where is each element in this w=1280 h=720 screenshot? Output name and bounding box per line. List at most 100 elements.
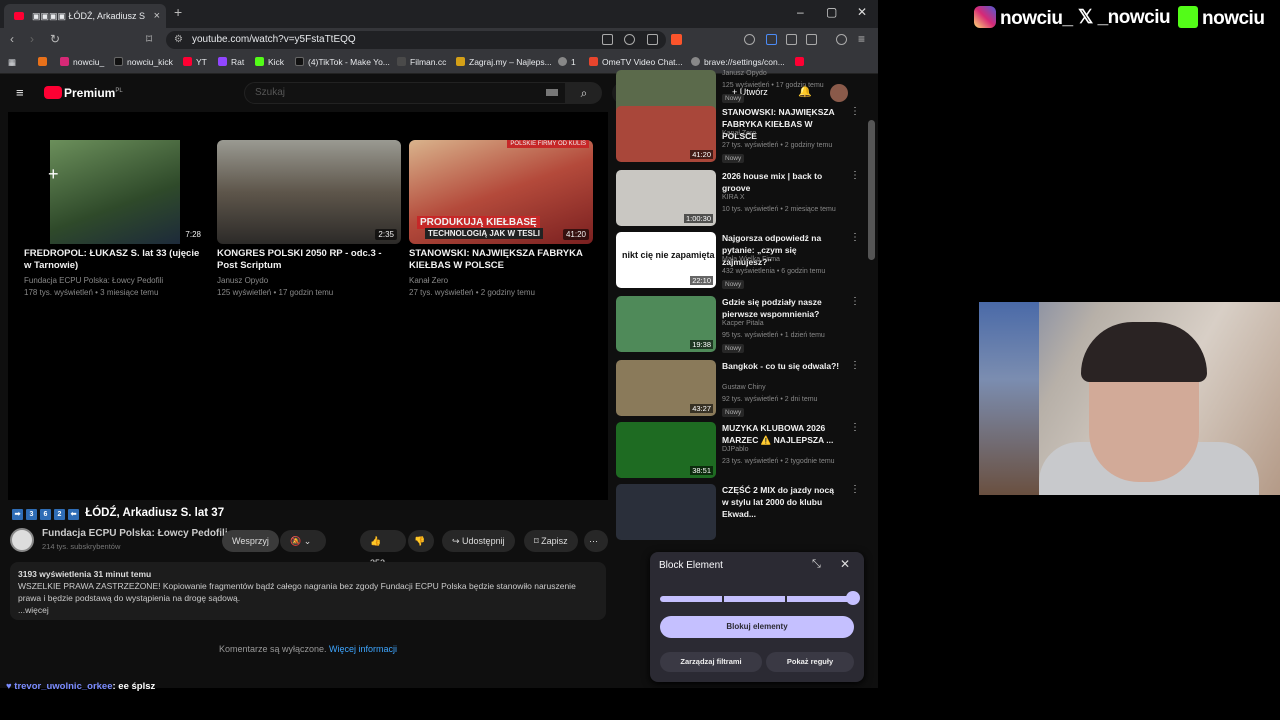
block-level-slider[interactable] (660, 591, 860, 605)
block-elements-button[interactable]: Blokuj elementy (660, 616, 854, 638)
related-video-thumbnail: nikt cię nie zapamięta 22:10 (616, 232, 716, 288)
show-rules-button[interactable]: Pokaż reguły (766, 652, 854, 672)
site-info-icon[interactable]: ⚙ (174, 31, 183, 49)
dislike-button[interactable]: 👎 (408, 530, 434, 552)
related-video-item[interactable]: CZĘŚĆ 2 MIX do jazdy nocą w stylu lat 20… (616, 484, 866, 544)
related-video-meta: 27 tys. wyświetleń • 2 godziny temu (722, 142, 833, 149)
hamburger-menu-icon[interactable]: ≡ (16, 85, 24, 100)
share-button[interactable]: ↪ Udostępnij (442, 530, 515, 552)
sidebar-icon[interactable] (806, 34, 817, 45)
video-title-text: ŁÓDŹ, Arkadiusz S. lat 37 (85, 507, 225, 519)
bookmark-item[interactable]: Rat (218, 57, 244, 67)
bookmark-item[interactable]: Filman.cc (397, 57, 446, 67)
close-window-icon[interactable]: ✕ (857, 5, 867, 19)
related-video-item[interactable]: 38:51 MUZYKA KLUBOWA 2026 MARZEC ⚠️ NAJLE… (616, 422, 866, 482)
headphones (1081, 322, 1207, 382)
more-actions-icon[interactable]: ⋯ (584, 530, 608, 552)
save-button[interactable]: ⌑ Zapisz (524, 530, 578, 552)
related-video-meta: 23 tys. wyświetleń • 2 tygodnie temu (722, 458, 835, 465)
bookmark-item[interactable]: nowciu_kick (114, 57, 173, 67)
more-options-icon[interactable]: ⋮ (850, 360, 860, 371)
back-icon[interactable]: ‹ (10, 32, 14, 46)
new-badge: Nowy (722, 154, 745, 163)
scrollbar[interactable] (868, 120, 875, 260)
vpn-icon[interactable] (836, 34, 847, 45)
comments-disabled-text: Komentarze są wyłączone. (218, 644, 327, 654)
more-options-icon[interactable]: ⋮ (850, 170, 860, 181)
manage-filters-button[interactable]: Zarządzaj filtrami (660, 652, 762, 672)
browser-tab[interactable]: ▣▣▣▣ ŁÓDŹ, Arkadiusz S × (4, 4, 166, 28)
thumbnail-overlay-text: nikt cię nie zapamięta (622, 250, 715, 260)
bookmark-item[interactable]: Zagraj.my – Najleps... (456, 57, 552, 67)
more-options-icon[interactable]: ⋮ (850, 106, 860, 117)
more-info-link[interactable]: Więcej informacji (329, 644, 397, 654)
title-digit: 3 (26, 509, 37, 520)
reload-icon[interactable]: ↻ (50, 32, 60, 46)
more-options-icon[interactable]: ⋮ (850, 484, 860, 495)
related-video-title: MUZYKA KLUBOWA 2026 MARZEC ⚠️ NAJLEPSZA … (722, 423, 834, 445)
title-digit: 2 (54, 509, 65, 520)
brave-shield-icon[interactable] (671, 34, 682, 45)
duration-badge: 19:38 (690, 340, 713, 349)
more-options-icon[interactable]: ⋮ (850, 422, 860, 433)
new-badge: Nowy (722, 408, 745, 417)
like-button[interactable]: 👍 352 (360, 530, 406, 568)
end-card-channel: Kanał Zero (409, 276, 449, 285)
related-video-channel: DJPablo (722, 446, 749, 453)
bookmark-item[interactable]: Kick (255, 57, 284, 67)
cast-icon[interactable] (602, 34, 613, 45)
support-button[interactable]: Wesprzyj (222, 530, 279, 552)
comments-disabled: Komentarze są wyłączone. Więcej informac… (0, 644, 616, 654)
description-box[interactable]: 3193 wyświetlenia 31 minut temu WSZELKIE… (10, 562, 606, 620)
related-video-thumbnail: 38:51 (616, 422, 716, 478)
bookmark-item[interactable]: 1 (558, 57, 576, 67)
apps-icon[interactable]: ▦ (8, 57, 16, 68)
bookmark-item[interactable]: YT (183, 57, 207, 67)
related-video-item[interactable]: 19:38 Gdzie się podziały nasze pierwsze w… (616, 296, 866, 356)
bookmark-item[interactable]: brave://settings/con... (691, 57, 785, 67)
slider-handle[interactable] (846, 591, 860, 605)
bookmark-item[interactable]: nowciu_ (60, 57, 104, 67)
forward-icon[interactable]: › (30, 32, 34, 46)
address-toolbar: ‹ › ↻ ⌑ ⚙ youtube.com/watch?v=y5FstaTtEQ… (0, 28, 878, 52)
youtube-premium-logo[interactable]: PremiumPL (44, 86, 123, 100)
related-video-item[interactable]: 41:20 STANOWSKI: NAJWIĘKSZA FABRYKA KIEŁB… (616, 106, 866, 166)
search-input[interactable]: Szukaj (244, 82, 566, 104)
translate-icon[interactable] (766, 34, 777, 45)
new-tab-icon[interactable]: + (174, 4, 182, 20)
channel-name[interactable]: Fundacja ECPU Polska: Łowcy Pedofili (42, 528, 228, 539)
video-player[interactable]: 7:28 FREDROPOL: ŁUKASZ S. lat 33 (ujęcie… (8, 112, 608, 500)
maximize-icon[interactable]: ▢ (826, 5, 837, 19)
minimize-icon[interactable]: – (797, 5, 804, 19)
x-handle: 𝕏 _nowciu (1078, 7, 1171, 28)
channel-avatar[interactable] (10, 528, 34, 552)
description-more-link[interactable]: ...więcej (18, 605, 49, 615)
related-video-meta: 125 wyświetleń • 17 godzin temu (722, 82, 824, 89)
close-tab-icon[interactable]: × (154, 4, 160, 28)
bookmark-item[interactable]: (4)TikTok - Make Yo... (295, 57, 390, 67)
related-video-item[interactable]: 43:27 Bangkok - co tu się odwala?! Gustaw … (616, 360, 866, 420)
keyboard-icon[interactable] (546, 89, 558, 96)
search-icon[interactable]: ⌕ (566, 82, 602, 104)
extension-icon[interactable] (744, 34, 755, 45)
end-card-title: STANOWSKI: NAJWIĘKSZA FABRYKA KIEŁBAS W … (409, 248, 583, 271)
instagram-handle: nowciu_ (974, 6, 1073, 30)
zoom-icon[interactable] (624, 34, 635, 45)
more-options-icon[interactable]: ⋮ (850, 296, 860, 307)
minimize-popup-icon[interactable]: ⤡ (812, 558, 821, 571)
related-video-item[interactable]: nikt cię nie zapamięta 22:10 Najgorsza odp… (616, 232, 866, 292)
puzzle-icon[interactable] (786, 34, 797, 45)
bookmark-item[interactable] (795, 57, 808, 67)
duration-badge: 38:51 (690, 466, 713, 475)
url-bar[interactable]: ⚙ youtube.com/watch?v=y5FstaTtEQQ (166, 31, 666, 49)
notifications-off-button[interactable]: 🔕 ⌄ (280, 530, 326, 552)
close-icon[interactable]: ✕ (840, 557, 850, 571)
bookmark-item[interactable]: OmeTV Video Chat... (589, 57, 683, 67)
bookmark-icon[interactable]: ⌑ (146, 32, 152, 46)
bookmark-item[interactable] (38, 57, 51, 67)
more-options-icon[interactable]: ⋮ (850, 232, 860, 243)
description-views: 3193 wyświetlenia 31 minut temu (18, 569, 152, 579)
menu-icon[interactable]: ≡ (858, 32, 865, 46)
share-icon[interactable] (647, 34, 658, 45)
related-video-item[interactable]: 1:00:30 2026 house mix | back to groove KI… (616, 170, 866, 230)
